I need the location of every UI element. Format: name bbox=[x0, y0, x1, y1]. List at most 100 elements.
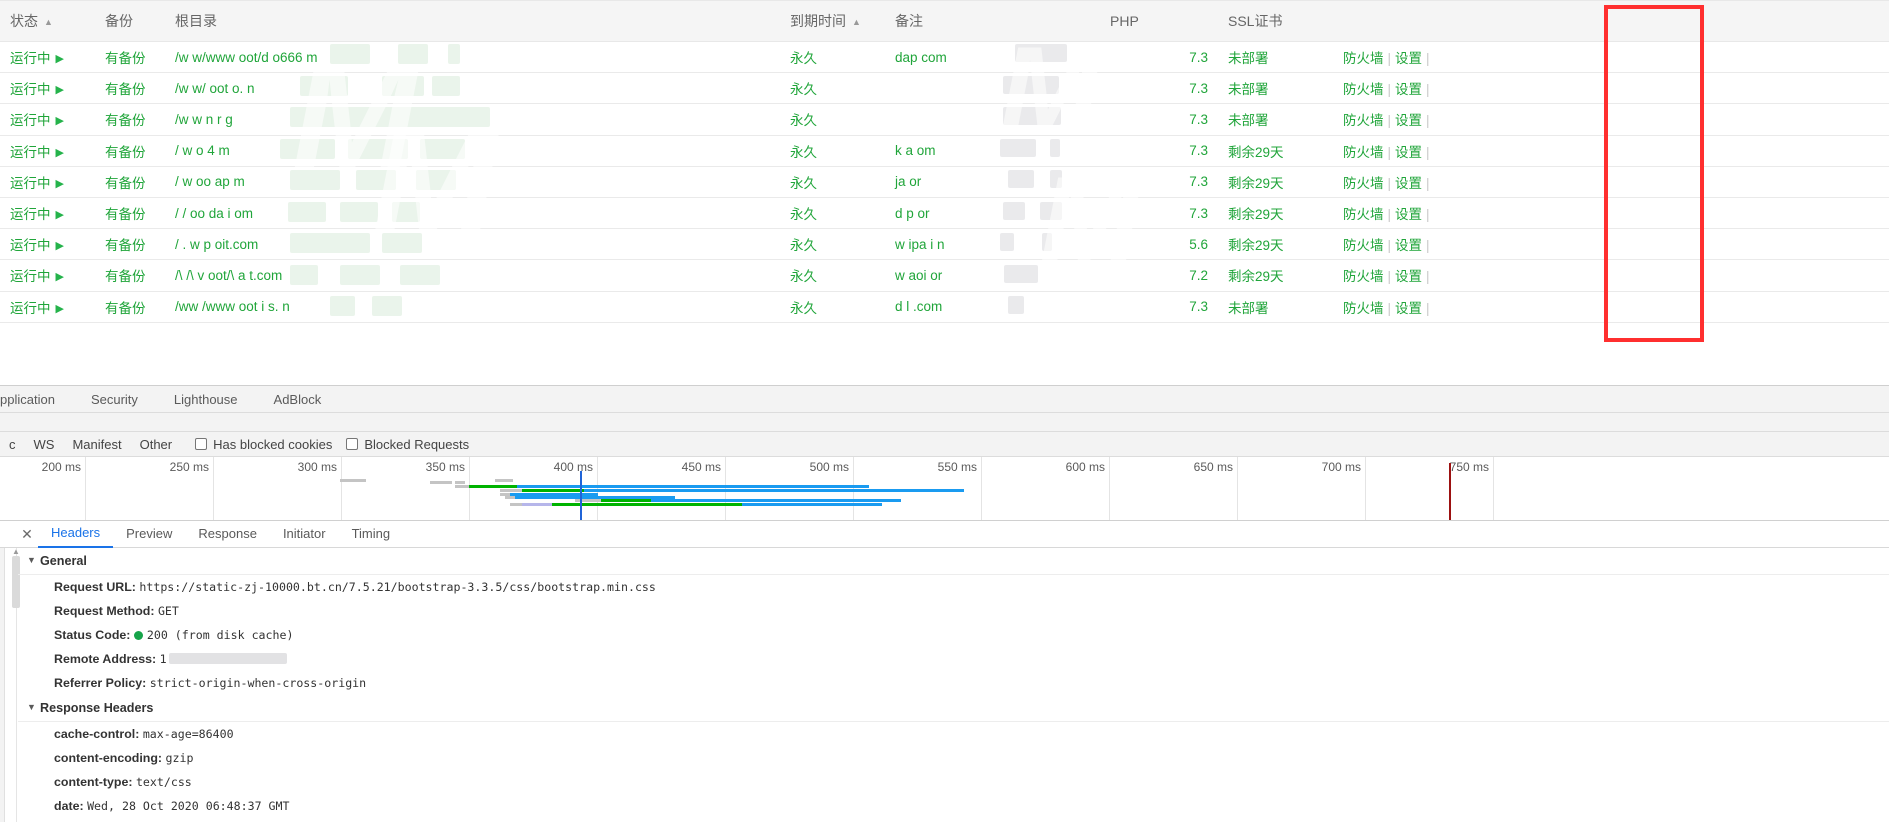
cell-note[interactable]: w ipa i n bbox=[885, 229, 1100, 260]
checkbox-blocked-requests[interactable]: Blocked Requests bbox=[346, 437, 469, 452]
column-header-ssl[interactable]: SSL证书 bbox=[1218, 0, 1333, 42]
request-tab-initiator[interactable]: Initiator bbox=[270, 521, 339, 547]
cell-note[interactable]: dap com bbox=[885, 42, 1100, 73]
settings-link[interactable]: 设置 bbox=[1395, 145, 1422, 160]
detail-scrollbar[interactable]: ▲ bbox=[5, 548, 20, 822]
cell-ssl-certificate[interactable]: 未部署 bbox=[1218, 42, 1333, 73]
settings-link[interactable]: 设置 bbox=[1395, 207, 1422, 222]
table-row[interactable]: 运行中 ▶ 有备份 / . w p oit.com 永久 w ipa i n 5.6 剩余2… bbox=[0, 229, 1889, 260]
table-row[interactable]: 运行中 ▶ 有备份/w w n r g 永久 7.3 未部署 防火墙 | 设置 | bbox=[0, 104, 1889, 136]
cell-expire-time[interactable]: 永久 bbox=[780, 166, 885, 197]
cell-expire-time[interactable]: 永久 bbox=[780, 104, 885, 135]
column-header-expire-time[interactable]: 到期时间 ▲ bbox=[780, 0, 885, 42]
filter-type-manifest[interactable]: Manifest bbox=[63, 437, 130, 452]
settings-link[interactable]: 设置 bbox=[1395, 176, 1422, 191]
cell-note[interactable]: d p or bbox=[885, 197, 1100, 228]
play-icon[interactable]: ▶ bbox=[56, 239, 64, 252]
cell-root-directory[interactable]: / . w p oit.com bbox=[165, 229, 780, 260]
cell-ssl-certificate[interactable]: 未部署 bbox=[1218, 291, 1333, 322]
play-icon[interactable]: ▶ bbox=[56, 177, 64, 190]
cell-php-version[interactable]: 7.3 bbox=[1100, 42, 1218, 73]
cell-expire-time[interactable]: 永久 bbox=[780, 197, 885, 228]
cell-php-version[interactable]: 7.3 bbox=[1100, 197, 1218, 228]
table-row[interactable]: 运行中 ▶ 有备份/w w/www oot/d o666 m 永久 dap com 7.3… bbox=[0, 42, 1889, 73]
cell-ssl-certificate[interactable]: 剩余29天 bbox=[1218, 229, 1333, 260]
cell-ssl-certificate[interactable]: 未部署 bbox=[1218, 104, 1333, 135]
settings-link[interactable]: 设置 bbox=[1395, 269, 1422, 284]
sort-asc-icon-expire[interactable]: ▲ bbox=[852, 17, 861, 27]
cell-expire-time[interactable]: 永久 bbox=[780, 260, 885, 291]
table-row[interactable]: 运行中 ▶ 有备份/\ /\ v oot/\ a t.com 永久 w aoi or 7.… bbox=[0, 260, 1889, 291]
firewall-link[interactable]: 防火墙 bbox=[1343, 269, 1384, 284]
cell-backup[interactable]: 有备份 bbox=[95, 197, 165, 228]
firewall-link[interactable]: 防火墙 bbox=[1343, 82, 1384, 97]
firewall-link[interactable]: 防火墙 bbox=[1343, 207, 1384, 222]
devtools-tab-security[interactable]: Security bbox=[73, 386, 156, 413]
cell-root-directory[interactable]: /w w/ oot o. n bbox=[165, 73, 780, 104]
cell-expire-time[interactable]: 永久 bbox=[780, 42, 885, 73]
cell-backup[interactable]: 有备份 bbox=[95, 42, 165, 73]
cell-php-version[interactable]: 7.3 bbox=[1100, 166, 1218, 197]
cell-php-version[interactable]: 7.3 bbox=[1100, 104, 1218, 135]
firewall-link[interactable]: 防火墙 bbox=[1343, 176, 1384, 191]
cell-note[interactable] bbox=[885, 73, 1100, 104]
cell-php-version[interactable]: 7.3 bbox=[1100, 73, 1218, 104]
cell-note[interactable]: d l .com bbox=[885, 291, 1100, 322]
settings-link[interactable]: 设置 bbox=[1395, 301, 1422, 316]
cell-root-directory[interactable]: / / oo da i om bbox=[165, 197, 780, 228]
cell-note[interactable]: ja or bbox=[885, 166, 1100, 197]
column-header-note[interactable]: 备注 bbox=[885, 0, 1100, 42]
cell-backup[interactable]: 有备份 bbox=[95, 291, 165, 322]
cell-ssl-certificate[interactable]: 剩余29天 bbox=[1218, 260, 1333, 291]
cell-ssl-certificate[interactable]: 未部署 bbox=[1218, 73, 1333, 104]
chevron-down-icon[interactable]: ▼ bbox=[27, 702, 36, 712]
column-header-php[interactable]: PHP bbox=[1100, 0, 1218, 42]
column-header-backup[interactable]: 备份 bbox=[95, 0, 165, 42]
firewall-link[interactable]: 防火墙 bbox=[1343, 51, 1384, 66]
cell-root-directory[interactable]: /w w/www oot/d o666 m bbox=[165, 42, 780, 73]
firewall-link[interactable]: 防火墙 bbox=[1343, 238, 1384, 253]
cell-backup[interactable]: 有备份 bbox=[95, 135, 165, 166]
cell-note[interactable]: k a om bbox=[885, 135, 1100, 166]
cell-backup[interactable]: 有备份 bbox=[95, 260, 165, 291]
devtools-tab-pplication[interactable]: pplication bbox=[0, 386, 73, 413]
cell-php-version[interactable]: 7.2 bbox=[1100, 260, 1218, 291]
cell-php-version[interactable]: 7.3 bbox=[1100, 135, 1218, 166]
firewall-link[interactable]: 防火墙 bbox=[1343, 145, 1384, 160]
settings-link[interactable]: 设置 bbox=[1395, 113, 1422, 128]
play-icon[interactable]: ▶ bbox=[56, 270, 64, 283]
settings-link[interactable]: 设置 bbox=[1395, 82, 1422, 97]
chevron-down-icon[interactable]: ▼ bbox=[27, 555, 36, 565]
cell-ssl-certificate[interactable]: 剩余29天 bbox=[1218, 166, 1333, 197]
section-header-general[interactable]: ▼ General bbox=[18, 548, 1889, 575]
play-icon[interactable]: ▶ bbox=[56, 208, 64, 221]
play-icon[interactable]: ▶ bbox=[56, 83, 64, 96]
firewall-link[interactable]: 防火墙 bbox=[1343, 301, 1384, 316]
checkbox-has-blocked-cookies[interactable]: Has blocked cookies bbox=[195, 437, 332, 452]
request-tab-headers[interactable]: Headers bbox=[38, 520, 114, 548]
close-icon[interactable]: ✕ bbox=[16, 521, 38, 548]
column-header-status[interactable]: 状态 ▲ bbox=[0, 0, 95, 42]
cell-root-directory[interactable]: /w w n r g bbox=[165, 104, 780, 135]
section-header-response-headers[interactable]: ▼ Response Headers bbox=[18, 695, 1889, 722]
cell-root-directory[interactable]: /ww /www oot i s. n bbox=[165, 291, 780, 322]
request-tab-response[interactable]: Response bbox=[185, 521, 270, 547]
cell-expire-time[interactable]: 永久 bbox=[780, 229, 885, 260]
cell-ssl-certificate[interactable]: 剩余29天 bbox=[1218, 197, 1333, 228]
play-icon[interactable]: ▶ bbox=[56, 114, 64, 127]
request-tab-timing[interactable]: Timing bbox=[339, 521, 404, 547]
table-row[interactable]: 运行中 ▶ 有备份/ww /www oot i s. n 永久 d l .com 7.3 未… bbox=[0, 291, 1889, 323]
checkbox-box[interactable] bbox=[195, 438, 208, 450]
cell-ssl-certificate[interactable]: 剩余29天 bbox=[1218, 135, 1333, 166]
firewall-link[interactable]: 防火墙 bbox=[1343, 113, 1384, 128]
table-row[interactable]: 运行中 ▶ 有备份 / w oo ap m 永久 ja or 7.3 剩余29天 防火墙 | 设置… bbox=[0, 166, 1889, 198]
table-row[interactable]: 运行中 ▶ 有备份 / w o 4 m 永久 k a om 7.3 剩余29天 防火墙 | 设置 | bbox=[0, 135, 1889, 167]
devtools-tab-adblock[interactable]: AdBlock bbox=[256, 386, 340, 413]
cell-root-directory[interactable]: / w o 4 m bbox=[165, 135, 780, 166]
cell-backup[interactable]: 有备份 bbox=[95, 229, 165, 260]
table-row[interactable]: 运行中 ▶ 有备份 / / oo da i om 永久 d p or 7.3 剩余29天 防火墙… bbox=[0, 197, 1889, 229]
filter-type-ws[interactable]: WS bbox=[25, 437, 64, 452]
cell-php-version[interactable]: 5.6 bbox=[1100, 229, 1218, 260]
filter-type-c[interactable]: c bbox=[0, 437, 25, 452]
request-tab-preview[interactable]: Preview bbox=[113, 521, 185, 547]
